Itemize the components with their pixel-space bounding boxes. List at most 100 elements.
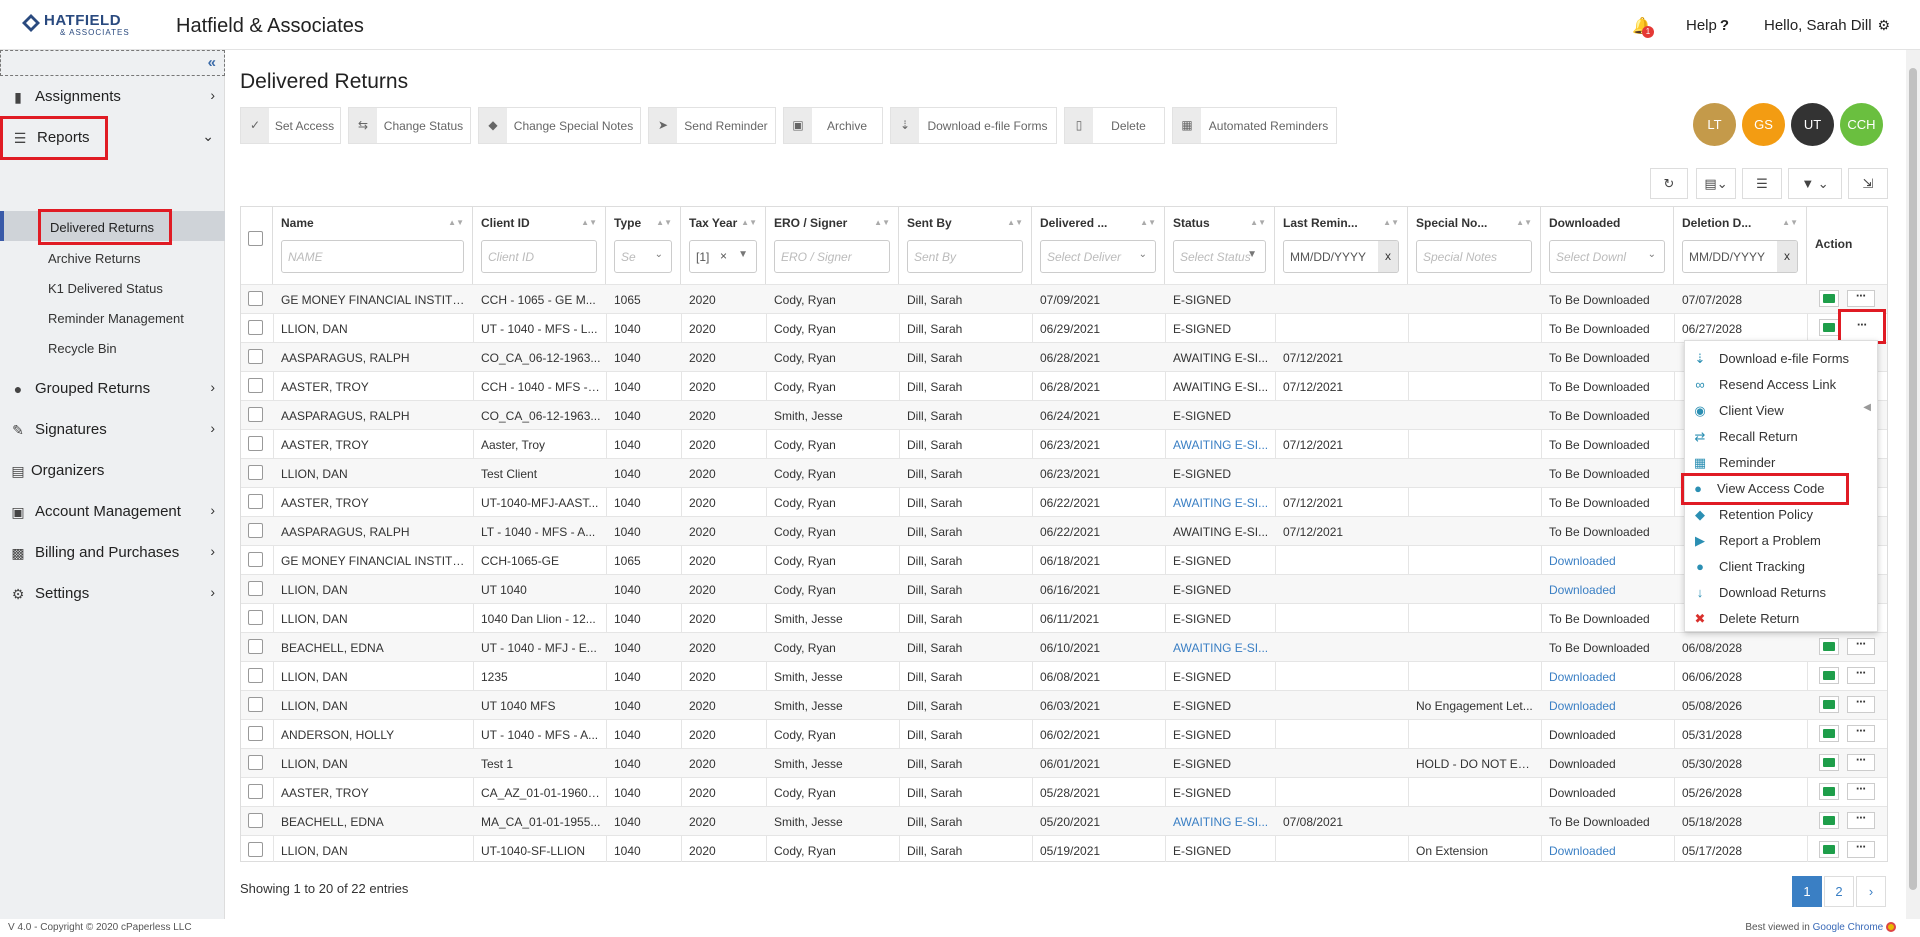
- client-card-button[interactable]: [1819, 290, 1839, 307]
- user-menu[interactable]: Hello, Sarah Dill ⚙: [1764, 17, 1890, 34]
- table-row[interactable]: AASPARAGUS, RALPH CO_CA_06-12-1963... 1040…: [241, 400, 1887, 429]
- table-row[interactable]: BEACHELL, EDNA UT - 1040 - MFJ - E... 1040…: [241, 632, 1887, 661]
- row-checkbox[interactable]: [248, 291, 263, 306]
- column-header-delivered[interactable]: Delivered ... ▲▼ Select Deliver ⌄: [1032, 207, 1165, 284]
- menu-item-reminder[interactable]: ▦ Reminder: [1685, 449, 1879, 475]
- set-access-button[interactable]: ✓ Set Access: [240, 107, 341, 144]
- cell-downloaded[interactable]: Downloaded: [1549, 583, 1669, 597]
- row-checkbox[interactable]: [248, 610, 263, 625]
- client-card-button[interactable]: [1819, 696, 1839, 713]
- cell-downloaded[interactable]: Downloaded: [1549, 699, 1669, 713]
- sort-icon[interactable]: ▲▼: [741, 218, 757, 227]
- scrollbar-thumb[interactable]: [1909, 68, 1917, 890]
- table-row[interactable]: AASTER, TROY Aaster, Troy 1040 2020 Cody, Ry…: [241, 429, 1887, 458]
- table-row[interactable]: LLION, DAN 1235 1040 2020 Smith, Jesse Dill, …: [241, 661, 1887, 690]
- filter-last-reminder-date[interactable]: MM/DD/YYYY x: [1283, 240, 1399, 273]
- column-header-ero-signer[interactable]: ERO / Signer ▲▼ ERO / Signer: [766, 207, 899, 284]
- row-checkbox[interactable]: [248, 436, 263, 451]
- sort-icon[interactable]: ▲▼: [448, 218, 464, 227]
- filter-client-id-input[interactable]: Client ID: [481, 240, 597, 273]
- more-actions-button[interactable]: ⋯: [1847, 696, 1875, 713]
- page-scrollbar[interactable]: [1906, 50, 1920, 920]
- row-checkbox[interactable]: [248, 755, 263, 770]
- filter-name-input[interactable]: NAME: [281, 240, 464, 273]
- sort-icon[interactable]: ▲▼: [874, 218, 890, 227]
- company-logo[interactable]: HATFIELD & ASSOCIATES: [20, 8, 140, 40]
- download-efile-forms-button[interactable]: ⇣ Download e-file Forms: [890, 107, 1057, 144]
- filter-status-select[interactable]: Select Status ▼: [1173, 240, 1266, 273]
- filter-delivered-select[interactable]: Select Deliver ⌄: [1040, 240, 1156, 273]
- page-2-button[interactable]: 2: [1824, 876, 1854, 907]
- menu-item-delete-return[interactable]: ✖ Delete Return: [1685, 605, 1879, 631]
- table-row[interactable]: AASPARAGUS, RALPH CO_CA_06-12-1963... 1040…: [241, 342, 1887, 371]
- sidebar-item-settings[interactable]: ⚙ Settings ›: [0, 574, 225, 614]
- clear-x-icon[interactable]: ×: [720, 249, 727, 263]
- sub-item-delivered-returns[interactable]: Delivered Returns: [38, 209, 172, 245]
- more-actions-button[interactable]: ⋯: [1847, 667, 1875, 684]
- change-status-button[interactable]: ⇆ Change Status: [348, 107, 471, 144]
- browser-link[interactable]: Google Chrome: [1813, 922, 1884, 933]
- table-row[interactable]: LLION, DAN Test Client 1040 2020 Cody, Ryan D…: [241, 458, 1887, 487]
- row-checkbox[interactable]: [248, 726, 263, 741]
- menu-item-download-e-file-forms[interactable]: ⇣ Download e-file Forms: [1685, 345, 1879, 371]
- sort-icon[interactable]: ▲▼: [656, 218, 672, 227]
- table-row[interactable]: LLION, DAN UT - 1040 - MFS - L... 1040 2020…: [241, 313, 1887, 342]
- filter-dropdown-button[interactable]: ▼ ⌄: [1788, 168, 1842, 199]
- menu-item-resend-access-link[interactable]: ∞ Resend Access Link: [1685, 371, 1879, 397]
- sidebar-item-billing[interactable]: ▩ Billing and Purchases ›: [0, 533, 225, 573]
- table-row[interactable]: ANDERSON, HOLLY UT - 1040 - MFS - A... 104…: [241, 719, 1887, 748]
- cell-downloaded[interactable]: Downloaded: [1549, 844, 1669, 858]
- sort-icon[interactable]: ▲▼: [1250, 218, 1266, 227]
- clear-filter-button[interactable]: ⇲: [1848, 168, 1888, 199]
- column-header-tax-year[interactable]: Tax Year ▲▼ [1] × ▼: [681, 207, 766, 284]
- filter-special-notes-input[interactable]: Special Notes: [1416, 240, 1532, 273]
- sub-item-k1-delivered-status[interactable]: K1 Delivered Status: [48, 281, 163, 296]
- table-row[interactable]: AASTER, TROY UT-1040-MFJ-AAST... 1040 2020 C…: [241, 487, 1887, 516]
- menu-item-report-a-problem[interactable]: ▶ Report a Problem: [1685, 527, 1879, 553]
- sort-icon[interactable]: ▲▼: [1383, 218, 1399, 227]
- more-actions-button[interactable]: ⋯: [1847, 812, 1875, 829]
- clear-date-button[interactable]: x: [1378, 241, 1398, 272]
- sidebar-item-grouped-returns[interactable]: ● Grouped Returns ›: [0, 369, 225, 409]
- filter-sent-by-input[interactable]: Sent By: [907, 240, 1023, 273]
- column-settings-button[interactable]: ☰: [1742, 168, 1782, 199]
- table-row[interactable]: AASTER, TROY CCH - 1040 - MFS - ... 1040 20…: [241, 371, 1887, 400]
- sidebar-item-organizers[interactable]: ▤ Organizers: [0, 451, 225, 491]
- archive-button[interactable]: ▣ Archive: [783, 107, 883, 144]
- row-checkbox[interactable]: [248, 581, 263, 596]
- row-checkbox[interactable]: [248, 523, 263, 538]
- more-actions-button[interactable]: ⋯: [1847, 638, 1875, 655]
- column-header-status[interactable]: Status ▲▼ Select Status ▼: [1165, 207, 1275, 284]
- column-header-special-notes[interactable]: Special No... ▲▼ Special Notes: [1408, 207, 1541, 284]
- filter-downloaded-select[interactable]: Select Downl ⌄: [1549, 240, 1665, 273]
- client-card-button[interactable]: [1819, 725, 1839, 742]
- avatar-ut[interactable]: UT: [1791, 103, 1834, 146]
- sub-item-recycle-bin[interactable]: Recycle Bin: [48, 341, 117, 356]
- row-checkbox[interactable]: [248, 465, 263, 480]
- row-checkbox[interactable]: [248, 494, 263, 509]
- row-checkbox[interactable]: [248, 813, 263, 828]
- sort-icon[interactable]: ▲▼: [1140, 218, 1156, 227]
- column-header-type[interactable]: Type ▲▼ Se ⌄: [606, 207, 681, 284]
- sidebar-item-signatures[interactable]: ✎ Signatures ›: [0, 410, 225, 450]
- cell-downloaded[interactable]: Downloaded: [1549, 554, 1669, 568]
- client-card-button[interactable]: [1819, 754, 1839, 771]
- row-checkbox[interactable]: [248, 349, 263, 364]
- menu-item-view-access-code[interactable]: ● View Access Code: [1681, 473, 1849, 505]
- notifications-button[interactable]: 🔔 1: [1632, 16, 1654, 38]
- sort-icon[interactable]: ▲▼: [1782, 218, 1798, 227]
- table-row[interactable]: GE MONEY FINANCIAL INSTITUT... CCH - 1065…: [241, 284, 1887, 313]
- more-actions-button[interactable]: ⋯: [1847, 754, 1875, 771]
- sort-icon[interactable]: ▲▼: [1516, 218, 1532, 227]
- clear-date-button[interactable]: x: [1777, 241, 1797, 272]
- avatar-gs[interactable]: GS: [1742, 103, 1785, 146]
- highlighted-row-actions-button[interactable]: ⋯: [1838, 309, 1886, 344]
- menu-item-recall-return[interactable]: ⇄ Recall Return: [1685, 423, 1879, 449]
- column-header-name[interactable]: Name ▲▼ NAME: [273, 207, 473, 284]
- filter-tax-year-select[interactable]: [1] × ▼: [689, 240, 757, 273]
- table-row[interactable]: LLION, DAN UT 1040 1040 2020 Cody, Ryan Dill,…: [241, 574, 1887, 603]
- table-row[interactable]: LLION, DAN 1040 Dan Llion - 12... 1040 2020…: [241, 603, 1887, 632]
- next-page-button[interactable]: ›: [1856, 876, 1886, 907]
- table-row[interactable]: AASPARAGUS, RALPH LT - 1040 - MFS - A... 1…: [241, 516, 1887, 545]
- row-checkbox[interactable]: [248, 668, 263, 683]
